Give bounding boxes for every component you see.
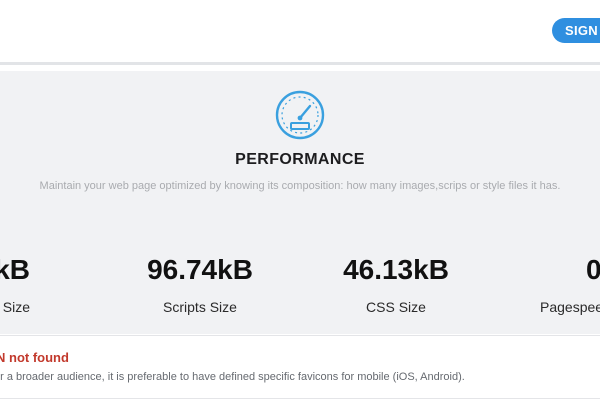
metric-css-size: 46.13kB CSS Size	[296, 253, 496, 315]
metric-label: CSS Size	[366, 299, 426, 315]
performance-panel: PERFORMANCE Maintain your web page optim…	[0, 71, 600, 334]
alert-text: er a broader audience, it is preferable …	[0, 371, 465, 383]
speedometer-icon	[275, 90, 325, 140]
page: SIGN I PERFORMANCE Maintain your web pag…	[0, 0, 600, 400]
metric-value: 96.74kB	[147, 254, 253, 285]
metric-value: 0kB	[0, 254, 30, 285]
metric-label: Scripts Size	[163, 299, 237, 315]
metric-label: es Size	[0, 299, 30, 315]
alert-title: N not found	[0, 350, 69, 365]
metric-value: 0	[586, 254, 600, 285]
top-header: SIGN I	[0, 0, 600, 65]
performance-title: PERFORMANCE	[235, 151, 365, 168]
metric-value: 46.13kB	[343, 254, 449, 285]
sign-in-button[interactable]: SIGN I	[552, 18, 600, 43]
metric-scripts-size: 96.74kB Scripts Size	[100, 253, 300, 315]
performance-description: Maintain your web page optimized by know…	[39, 180, 561, 192]
favicon-alert: N not found er a broader audience, it is…	[0, 335, 600, 399]
metric-label: Pagespee	[540, 299, 600, 315]
metric-pagespeed: 0 Pagespee	[490, 253, 600, 315]
metric-images-size: 0kB es Size	[0, 253, 30, 315]
